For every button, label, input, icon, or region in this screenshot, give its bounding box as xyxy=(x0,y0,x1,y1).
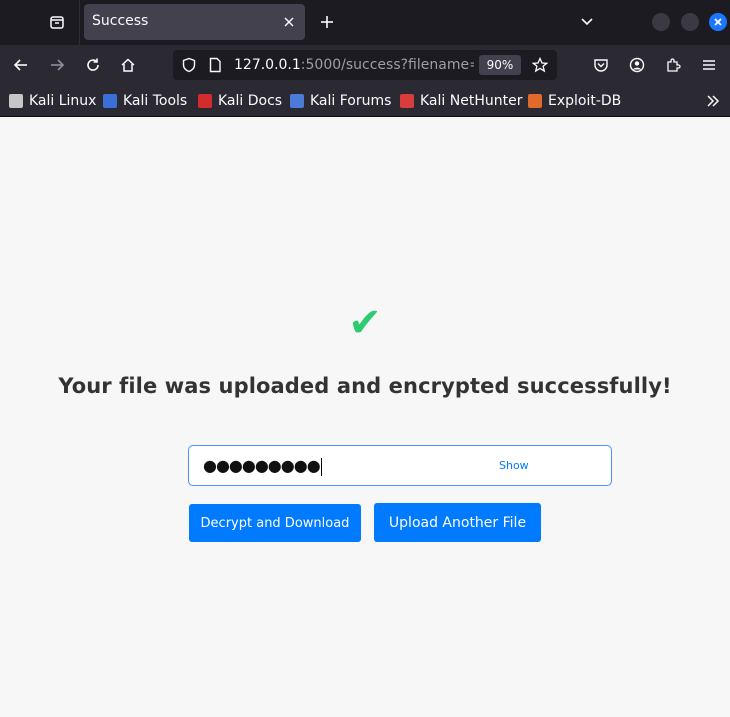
tracking-protection-button[interactable] xyxy=(181,57,197,73)
bookmark-kali-nethunter[interactable]: Kali NetHunter xyxy=(400,91,522,111)
back-button[interactable] xyxy=(7,51,35,79)
new-tab-button[interactable] xyxy=(314,8,340,36)
bookmark-label: Kali Tools xyxy=(123,93,188,109)
bookmark-kali-forums[interactable]: Kali Forums xyxy=(290,91,391,111)
tab-title: Success xyxy=(92,13,149,29)
decrypt-and-download-button[interactable]: Decrypt and Download xyxy=(189,504,361,542)
kali-forums-icon xyxy=(290,94,304,108)
plus-icon xyxy=(321,16,333,28)
firefox-view-icon xyxy=(50,16,64,29)
account-icon xyxy=(629,57,645,73)
minimize-button[interactable] xyxy=(652,13,670,31)
home-button[interactable] xyxy=(114,51,142,79)
list-all-tabs-button[interactable] xyxy=(574,8,600,36)
site-info-button[interactable] xyxy=(207,57,223,73)
tab-divider xyxy=(79,0,80,45)
kali-nethunter-icon xyxy=(400,94,414,108)
navigation-toolbar: 127.0.0.1:5000/success?filename= 90% xyxy=(0,45,730,85)
password-field[interactable]: ●●●●●●●●● Show xyxy=(188,445,612,486)
extensions-button[interactable] xyxy=(659,51,687,79)
page-icon xyxy=(209,57,221,73)
close-icon xyxy=(714,18,722,26)
chevron-down-icon xyxy=(581,18,593,26)
app-menu-button[interactable] xyxy=(695,51,723,79)
bookmark-label: Kali Docs xyxy=(218,93,283,109)
exploit-db-icon xyxy=(528,94,542,108)
maximize-button[interactable] xyxy=(681,13,699,31)
hamburger-menu-icon xyxy=(703,60,715,70)
success-check-icon: ✔ xyxy=(348,300,382,346)
zoom-level-button[interactable]: 90% xyxy=(479,55,521,75)
bookmark-label: Kali Linux xyxy=(29,93,97,109)
password-value: ●●●●●●●●● xyxy=(203,456,322,476)
reload-button[interactable] xyxy=(79,51,107,79)
arrow-right-icon xyxy=(51,59,65,71)
page-content: ✔ Your file was uploaded and encrypted s… xyxy=(0,117,730,717)
show-password-button[interactable]: Show xyxy=(499,459,529,472)
account-button[interactable] xyxy=(623,51,651,79)
home-icon xyxy=(121,58,135,72)
url-bar[interactable]: 127.0.0.1:5000/success?filename= 90% xyxy=(173,50,557,80)
shield-icon xyxy=(182,57,196,73)
tab-close-button[interactable] xyxy=(281,14,297,30)
url-host: 127.0.0.1 xyxy=(234,57,301,73)
pocket-button[interactable] xyxy=(587,51,615,79)
bookmarks-toolbar: Kali Linux Kali Tools Kali Docs Kali For… xyxy=(0,85,730,117)
double-chevron-right-icon xyxy=(707,95,720,107)
upload-another-file-button[interactable]: Upload Another File xyxy=(374,503,541,542)
bookmark-exploit-db[interactable]: Exploit-DB xyxy=(528,91,621,111)
arrow-left-icon xyxy=(13,59,27,71)
kali-tools-icon xyxy=(103,94,117,108)
firefox-view-button[interactable] xyxy=(40,6,74,38)
star-icon xyxy=(532,57,548,73)
puzzle-icon xyxy=(667,58,681,72)
reload-icon xyxy=(87,58,99,71)
tab-bar: Success xyxy=(0,0,730,45)
tab-success[interactable]: Success xyxy=(84,4,305,40)
bookmark-label: Kali Forums xyxy=(310,93,392,109)
bookmark-star-button[interactable] xyxy=(532,57,548,73)
page-title: Your file was uploaded and encrypted suc… xyxy=(58,374,672,398)
pocket-icon xyxy=(594,59,608,72)
bookmark-kali-linux[interactable]: Kali Linux xyxy=(9,91,96,111)
kali-docs-icon xyxy=(198,94,212,108)
window-close-button[interactable] xyxy=(709,13,727,31)
kali-linux-icon xyxy=(9,94,23,108)
close-icon xyxy=(284,17,294,27)
forward-button[interactable] xyxy=(43,51,71,79)
bookmarks-overflow-button[interactable] xyxy=(702,91,724,111)
url-text[interactable]: 127.0.0.1:5000/success?filename= xyxy=(234,57,474,73)
bookmark-kali-tools[interactable]: Kali Tools xyxy=(103,91,187,111)
bookmark-kali-docs[interactable]: Kali Docs xyxy=(198,91,282,111)
bookmark-label: Kali NetHunter xyxy=(420,93,523,109)
url-path: :5000/success?filename= xyxy=(300,57,474,73)
bookmark-label: Exploit-DB xyxy=(548,93,622,109)
